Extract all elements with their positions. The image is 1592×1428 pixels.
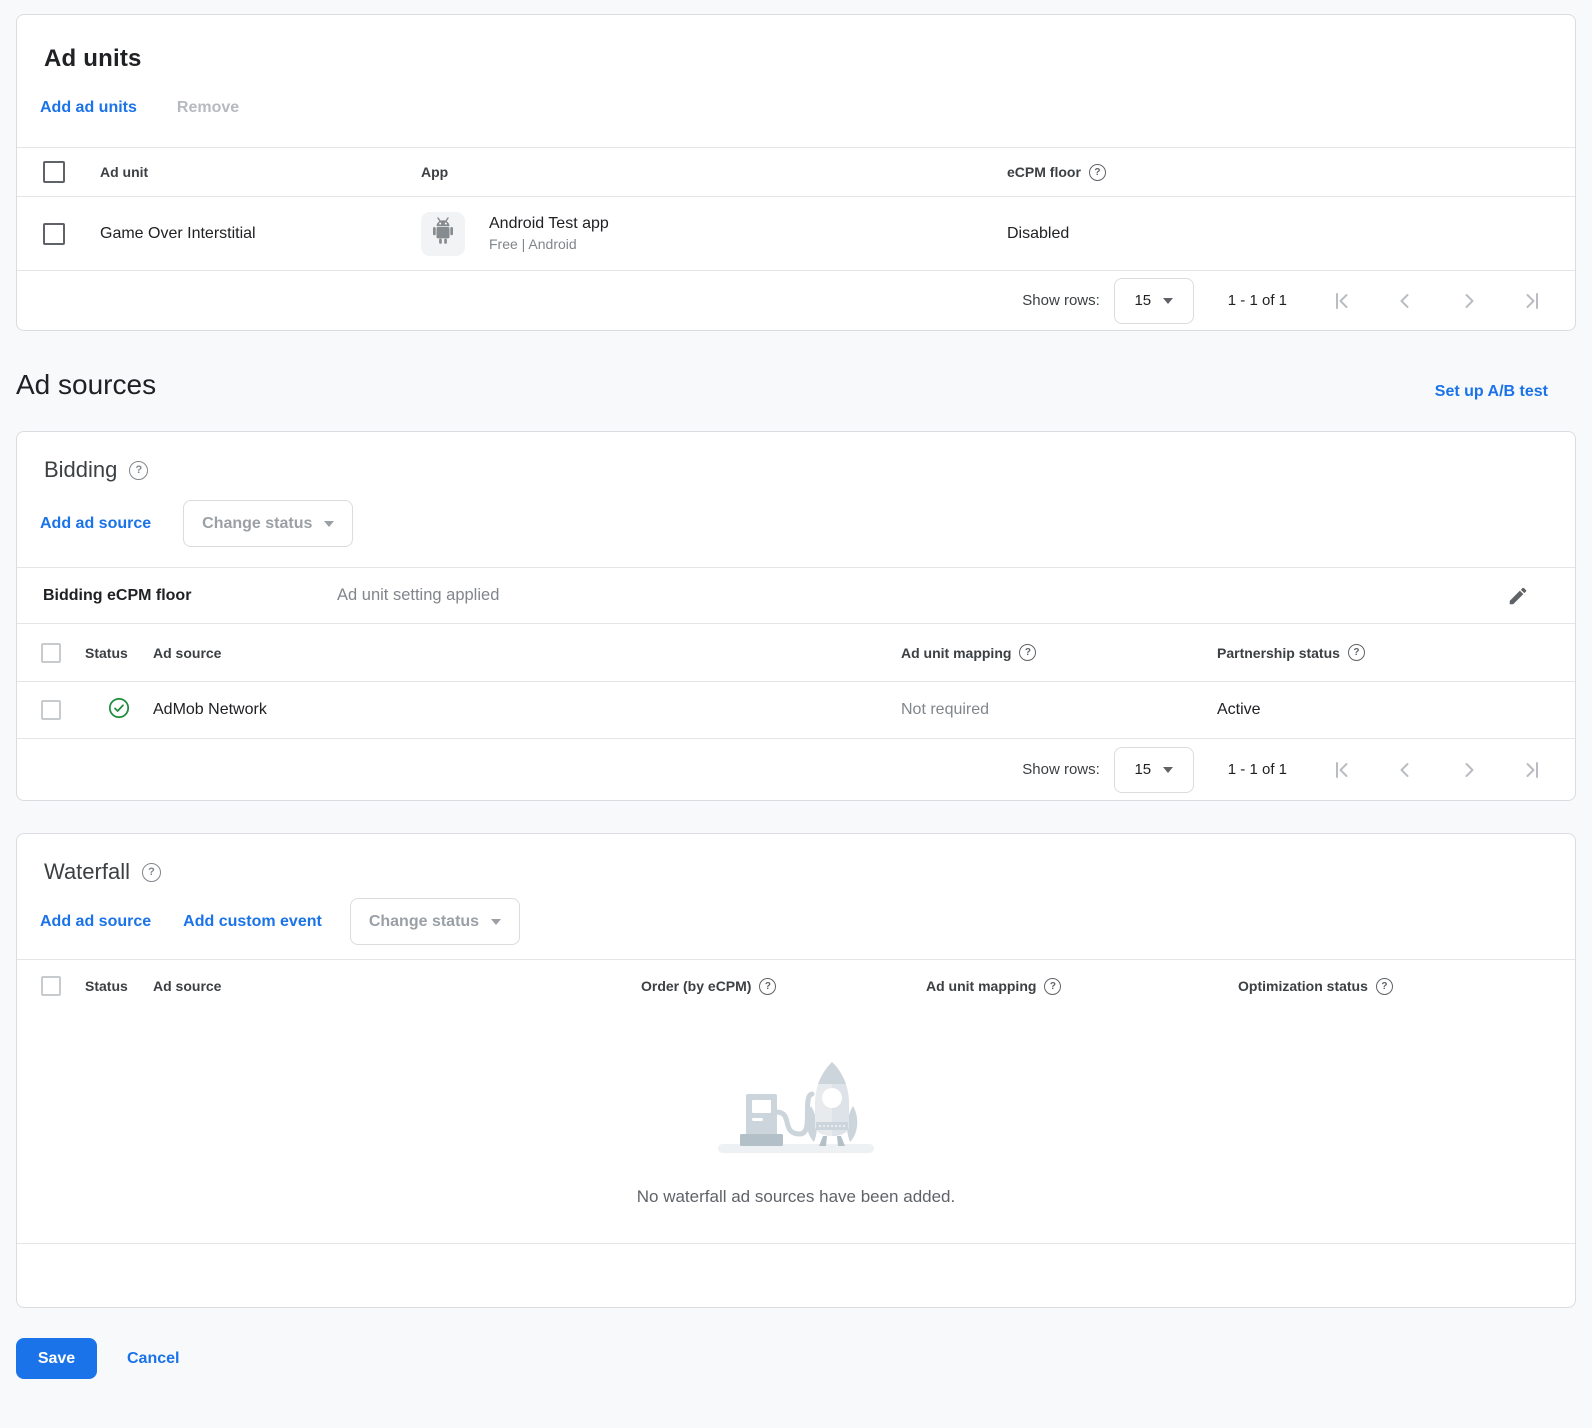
bidding-partnership-status-value: Active — [1217, 701, 1575, 719]
last-page-button[interactable] — [1521, 289, 1545, 313]
page-range: 1 - 1 of 1 — [1228, 292, 1287, 309]
page-range: 1 - 1 of 1 — [1228, 761, 1287, 778]
ad-units-title: Ad units — [44, 43, 1575, 75]
waterfall-change-status-label: Change status — [369, 913, 479, 931]
column-ad-unit: Ad unit — [100, 164, 421, 180]
setup-ab-test-link[interactable]: Set up A/B test — [1435, 383, 1548, 401]
column-status: Status — [85, 978, 153, 994]
column-app: App — [421, 164, 1007, 180]
ad-unit-ecpm-floor-value: Disabled — [1007, 225, 1575, 243]
column-status: Status — [85, 645, 153, 661]
column-order-by-ecpm: Order (by eCPM) — [641, 978, 751, 994]
waterfall-header: Waterfall ? Add ad source Add custom eve… — [17, 834, 1575, 959]
last-page-button[interactable] — [1521, 758, 1545, 782]
waterfall-help-icon[interactable]: ? — [142, 863, 161, 882]
bidding-change-status-button[interactable]: Change status — [183, 500, 353, 547]
add-ad-units-link[interactable]: Add ad units — [40, 99, 137, 117]
bidding-card: Bidding ? Add ad source Change status Bi… — [16, 431, 1576, 801]
rocket-fuel-pump-illustration — [710, 1038, 882, 1161]
waterfall-add-ad-source-link[interactable]: Add ad source — [40, 913, 151, 931]
chevron-down-icon — [1163, 767, 1173, 773]
add-custom-event-link[interactable]: Add custom event — [183, 913, 322, 931]
waterfall-table-header: Status Ad source Order (by eCPM) ? Ad un… — [17, 959, 1575, 1012]
column-optimization-status: Optimization status — [1238, 978, 1368, 994]
chevron-down-icon — [324, 521, 334, 527]
edit-pencil-icon[interactable] — [1507, 585, 1529, 607]
app-meta: Free | Android — [489, 235, 609, 254]
bidding-ad-unit-mapping-value: Not required — [901, 701, 1217, 719]
column-ad-source: Ad source — [153, 645, 901, 661]
select-all-waterfall-checkbox[interactable] — [41, 976, 61, 996]
bidding-table-header: Status Ad source Ad unit mapping ? Partn… — [17, 623, 1575, 681]
waterfall-change-status-button[interactable]: Change status — [350, 898, 520, 945]
bidding-ecpm-floor-value: Ad unit setting applied — [337, 586, 1507, 605]
next-page-button[interactable] — [1457, 289, 1481, 313]
ad-unit-row-checkbox[interactable] — [43, 223, 65, 245]
ad-units-header: Ad units Add ad units Remove — [17, 15, 1575, 147]
column-ad-unit-mapping: Ad unit mapping — [926, 978, 1036, 994]
cancel-button[interactable]: Cancel — [121, 1342, 185, 1376]
ad-units-card: Ad units Add ad units Remove Ad unit App… — [16, 14, 1576, 331]
ad-unit-table-row: Game Over Interstitial — [17, 197, 1575, 270]
bidding-header: Bidding ? Add ad source Change status — [17, 432, 1575, 567]
rows-per-page-value: 15 — [1134, 292, 1151, 309]
bidding-row-checkbox[interactable] — [41, 700, 61, 720]
bidding-pagination: Show rows: 15 1 - 1 of 1 — [17, 738, 1575, 800]
bidding-title: Bidding — [44, 456, 117, 484]
android-robot-icon — [430, 216, 456, 251]
waterfall-card: Waterfall ? Add ad source Add custom eve… — [16, 833, 1576, 1308]
partnership-status-help-icon[interactable]: ? — [1348, 644, 1365, 661]
waterfall-empty-message: No waterfall ad sources have been added. — [637, 1187, 955, 1207]
waterfall-title: Waterfall — [44, 858, 130, 886]
select-all-bidding-checkbox[interactable] — [41, 643, 61, 663]
column-ecpm-floor: eCPM floor — [1007, 164, 1081, 180]
ad-unit-mapping-help-icon[interactable]: ? — [1044, 978, 1061, 995]
column-ad-source: Ad source — [153, 978, 641, 994]
rows-per-page-select[interactable]: 15 — [1114, 278, 1194, 324]
order-by-ecpm-help-icon[interactable]: ? — [759, 978, 776, 995]
bidding-table-row: AdMob Network Not required Active — [17, 681, 1575, 738]
previous-page-button[interactable] — [1393, 758, 1417, 782]
app-name: Android Test app — [489, 213, 609, 235]
ad-units-table-header: Ad unit App eCPM floor ? — [17, 147, 1575, 197]
bidding-change-status-label: Change status — [202, 515, 312, 533]
ad-sources-section-header: Ad sources Set up A/B test — [16, 369, 1548, 401]
status-active-check-icon — [108, 697, 130, 724]
first-page-button[interactable] — [1329, 289, 1353, 313]
bidding-help-icon[interactable]: ? — [129, 461, 148, 480]
optimization-status-help-icon[interactable]: ? — [1376, 978, 1393, 995]
rows-per-page-value: 15 — [1134, 761, 1151, 778]
bidding-ad-source-name: AdMob Network — [153, 701, 901, 719]
ad-units-pagination: Show rows: 15 1 - 1 of 1 — [17, 270, 1575, 330]
app-icon-container — [421, 212, 465, 256]
first-page-button[interactable] — [1329, 758, 1353, 782]
ad-unit-name: Game Over Interstitial — [100, 225, 421, 243]
ad-unit-mapping-help-icon[interactable]: ? — [1019, 644, 1036, 661]
next-page-button[interactable] — [1457, 758, 1481, 782]
column-ad-unit-mapping: Ad unit mapping — [901, 645, 1011, 661]
bidding-ecpm-floor-row: Bidding eCPM floor Ad unit setting appli… — [17, 567, 1575, 623]
waterfall-empty-state: No waterfall ad sources have been added. — [17, 1012, 1575, 1243]
bidding-ecpm-floor-label: Bidding eCPM floor — [43, 587, 337, 605]
show-rows-label: Show rows: — [1022, 292, 1100, 309]
waterfall-footer-strip — [17, 1243, 1575, 1307]
chevron-down-icon — [1163, 298, 1173, 304]
page-footer-actions: Save Cancel — [16, 1338, 1576, 1379]
remove-ad-units-link[interactable]: Remove — [177, 99, 239, 117]
save-button[interactable]: Save — [16, 1338, 97, 1379]
ecpm-floor-help-icon[interactable]: ? — [1089, 164, 1106, 181]
bidding-add-ad-source-link[interactable]: Add ad source — [40, 515, 151, 533]
rows-per-page-select[interactable]: 15 — [1114, 747, 1194, 793]
show-rows-label: Show rows: — [1022, 761, 1100, 778]
column-partnership-status: Partnership status — [1217, 645, 1340, 661]
ad-sources-title: Ad sources — [16, 369, 156, 401]
select-all-ad-units-checkbox[interactable] — [43, 161, 65, 183]
previous-page-button[interactable] — [1393, 289, 1417, 313]
chevron-down-icon — [491, 919, 501, 925]
